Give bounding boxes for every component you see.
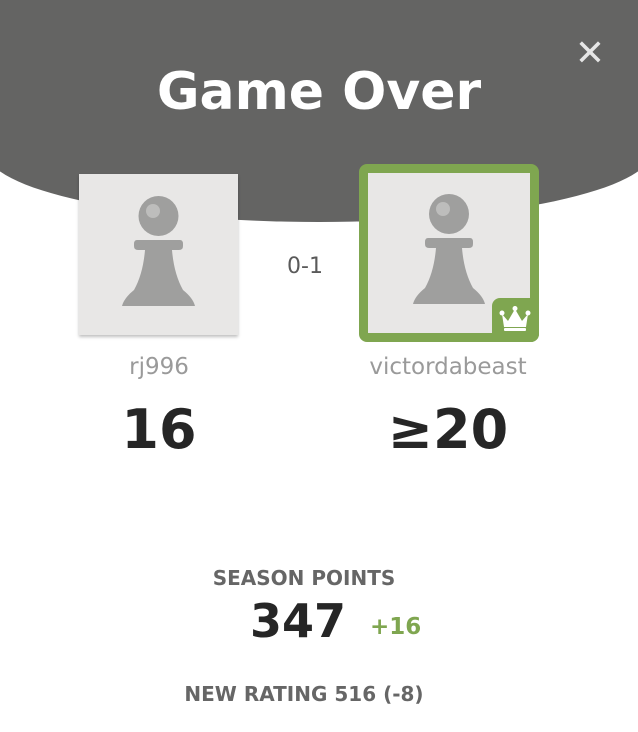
pawn-icon <box>122 196 195 306</box>
season-points-value: 347 <box>250 594 347 648</box>
new-rating-text: NEW RATING 516 (-8) <box>184 682 424 706</box>
winner-badge <box>492 298 539 342</box>
crown-icon <box>499 306 531 331</box>
player-avatar-right[interactable] <box>359 164 539 342</box>
modal-title: Game Over <box>156 62 482 122</box>
season-points-label: SEASON POINTS <box>212 566 396 590</box>
player-username-left[interactable]: rj996 <box>80 354 238 380</box>
player-username-right[interactable]: victordabeast <box>350 354 546 380</box>
player-avatar-left[interactable] <box>79 174 238 335</box>
player-rating-right: ≥20 <box>387 398 509 461</box>
player-rating-left: 16 <box>121 398 197 461</box>
game-result-score: 0-1 <box>287 254 323 279</box>
season-points-delta: +16 <box>370 614 422 640</box>
